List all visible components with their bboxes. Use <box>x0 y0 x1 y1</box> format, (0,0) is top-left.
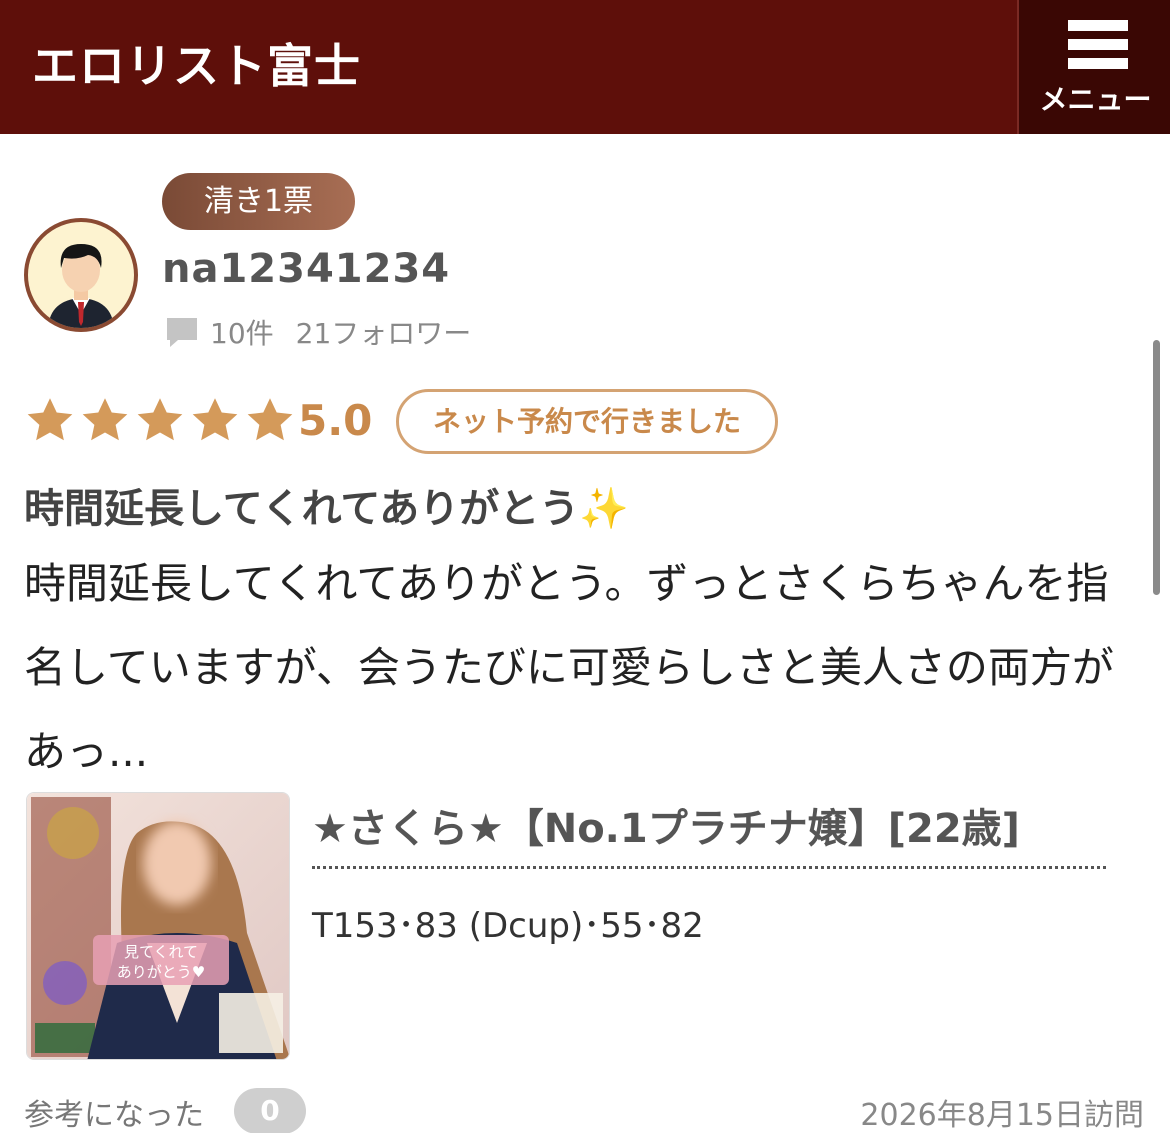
girl-photo[interactable]: 見てくれて ありがとう♥ <box>26 792 290 1060</box>
review-count: 10件 <box>210 317 274 350</box>
svg-text:ありがとう♥: ありがとう♥ <box>117 963 205 981</box>
avatar[interactable] <box>24 218 138 332</box>
star-icon <box>82 398 128 441</box>
girl-name[interactable]: ★さくら★【No.1プラチナ嬢】[22歳] <box>312 796 1020 854</box>
site-title[interactable]: エロリスト富士 <box>32 30 361 96</box>
menu-button[interactable]: メニュー <box>1017 0 1170 134</box>
follower-count[interactable]: 21フォロワー <box>296 312 472 352</box>
divider <box>312 866 1106 869</box>
girl-photo-image: 見てくれて ありがとう♥ <box>27 793 289 1059</box>
comment-icon <box>167 318 197 347</box>
review-title[interactable]: 時間延長してくれてありがとう✨ <box>24 476 629 534</box>
visit-date: 2026年8月15日訪問 <box>860 1098 1144 1133</box>
vote-badge: 清き1票 <box>162 173 355 230</box>
girl-stats: T153･83 (Dcup)･55･82 <box>312 906 704 946</box>
user-stats: 10件 21フォロワー <box>164 312 471 352</box>
helpful-button[interactable]: 0 <box>234 1088 306 1133</box>
star-icon <box>27 398 73 441</box>
menu-label: メニュー <box>1039 83 1152 116</box>
user-avatar-icon <box>48 244 114 328</box>
star-icon <box>137 398 183 441</box>
username[interactable]: na12341234 <box>162 246 450 292</box>
svg-text:見てくれて: 見てくれて <box>124 943 198 961</box>
star-icon <box>247 398 293 441</box>
hamburger-icon <box>1068 20 1128 70</box>
star-icon <box>192 398 238 441</box>
site-header: エロリスト富士 メニュー <box>0 0 1170 134</box>
rating-value: 5.0 <box>298 396 373 445</box>
booking-tag: ネット予約で行きました <box>396 389 778 454</box>
helpful-label: 参考になった <box>24 1098 204 1133</box>
review-body[interactable]: 時間延長してくれてありがとう。ずっとさくらちゃんを指名していますが、会うたびに可… <box>24 542 1134 794</box>
scrollbar[interactable] <box>1153 340 1160 595</box>
star-rating <box>24 395 299 447</box>
